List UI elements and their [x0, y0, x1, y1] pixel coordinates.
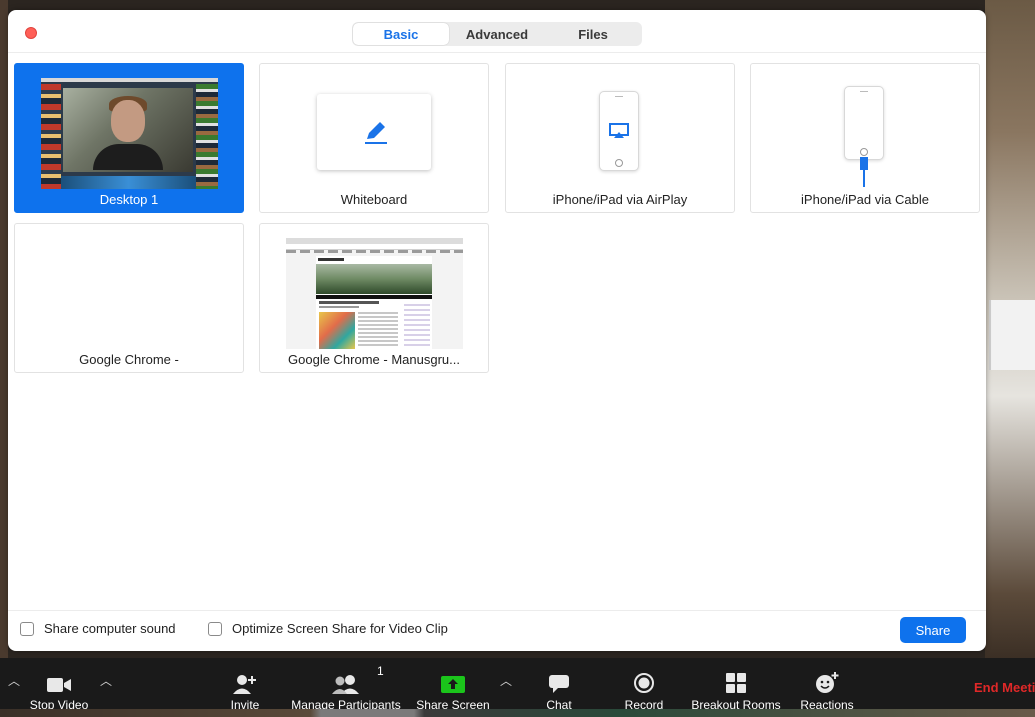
tile-label: Whiteboard [340, 192, 408, 207]
add-user-icon [233, 675, 256, 694]
share-tile-desktop[interactable]: Desktop 1 [14, 63, 244, 213]
participants-icon [332, 675, 359, 694]
share-sound-option[interactable]: Share computer sound [20, 621, 176, 636]
pencil-icon [365, 122, 387, 144]
divider [8, 610, 986, 611]
chevron-up-icon[interactable]: ︿ [100, 672, 112, 689]
chevron-up-icon[interactable]: ︿ [500, 672, 512, 689]
background-window [989, 300, 1035, 370]
tab-advanced[interactable]: Advanced [449, 23, 545, 45]
tile-label: iPhone/iPad via Cable [801, 192, 929, 207]
background-right [985, 0, 1035, 660]
record-icon [634, 673, 654, 693]
share-tile-cable[interactable]: iPhone/iPad via Cable [750, 63, 980, 213]
share-tile-chrome-2[interactable]: Google Chrome - Manusgru... [259, 223, 489, 373]
whiteboard-card [317, 94, 431, 170]
divider [8, 52, 986, 53]
participant-count-badge: 1 [377, 664, 384, 678]
video-camera-icon [47, 678, 71, 692]
optimize-label: Optimize Screen Share for Video Clip [232, 621, 448, 636]
tab-files[interactable]: Files [545, 23, 641, 45]
browser-thumbnail [286, 238, 463, 349]
background-left [0, 0, 8, 717]
cable-icon [860, 157, 868, 187]
tile-label: iPhone/iPad via AirPlay [552, 192, 688, 207]
optimize-option[interactable]: Optimize Screen Share for Video Clip [208, 621, 448, 636]
breakout-rooms-icon [726, 673, 746, 693]
chat-icon [549, 675, 569, 693]
share-screen-icon [441, 676, 465, 693]
tile-label: Google Chrome - Manusgru... [288, 352, 460, 367]
airplay-icon [609, 123, 629, 138]
iphone-icon [599, 91, 639, 171]
chevron-up-icon[interactable]: ︿ [8, 672, 20, 689]
tile-label: Desktop 1 [99, 192, 159, 207]
share-sound-label: Share computer sound [44, 621, 176, 636]
share-tile-airplay[interactable]: iPhone/iPad via AirPlay [505, 63, 735, 213]
desktop-thumbnail [41, 78, 218, 189]
share-button[interactable]: Share [900, 617, 966, 643]
smiley-add-icon [816, 672, 839, 693]
tab-basic[interactable]: Basic [353, 23, 449, 45]
optimize-checkbox[interactable] [208, 621, 222, 636]
share-tabs: Basic Advanced Files [352, 22, 642, 46]
close-button[interactable] [25, 27, 37, 39]
iphone-icon [844, 86, 884, 160]
tile-label: Google Chrome - [79, 352, 179, 367]
background-strip [0, 709, 1035, 717]
share-tile-chrome-1[interactable]: Google Chrome - [14, 223, 244, 373]
share-sound-checkbox[interactable] [20, 621, 34, 636]
share-screen-dialog: Basic Advanced Files Desktop 1 Whiteboar… [8, 10, 986, 651]
share-tile-whiteboard[interactable]: Whiteboard [259, 63, 489, 213]
end-meeting-button[interactable]: End Meeting [974, 680, 1035, 695]
